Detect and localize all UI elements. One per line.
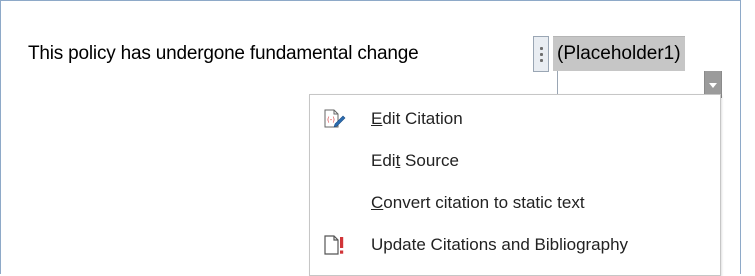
handle-dot (539, 52, 543, 56)
update-document-icon (322, 233, 346, 257)
document-body-text: This policy has undergone fundamental ch… (28, 43, 419, 64)
handle-dot (539, 58, 543, 62)
citation-content-control[interactable]: (Placeholder1) (533, 36, 685, 72)
menu-item-edit-source[interactable]: Edit Source (310, 141, 720, 181)
svg-text:(-): (-) (327, 116, 335, 124)
edit-citation-icon: (-) (322, 107, 346, 131)
frame-border-top (0, 0, 741, 1)
frame-border-left (0, 0, 1, 274)
menu-item-convert-to-static[interactable]: Convert citation to static text (310, 183, 720, 223)
menu-item-update-citations[interactable]: Update Citations and Bibliography (310, 225, 720, 265)
citation-options-tab[interactable] (557, 71, 720, 96)
citation-context-menu: (-) Edit Citation Edit Source Convert ci… (309, 94, 721, 276)
menu-item-edit-citation[interactable]: (-) Edit Citation (310, 99, 720, 139)
handle-dot (539, 46, 543, 50)
document-page: This policy has undergone fundamental ch… (0, 0, 755, 276)
accelerator-key: E (371, 109, 383, 128)
citation-placeholder[interactable]: (Placeholder1) (553, 36, 685, 71)
accelerator-key: C (371, 193, 384, 212)
content-control-handle[interactable] (533, 36, 549, 72)
frame-border-right (740, 0, 741, 274)
